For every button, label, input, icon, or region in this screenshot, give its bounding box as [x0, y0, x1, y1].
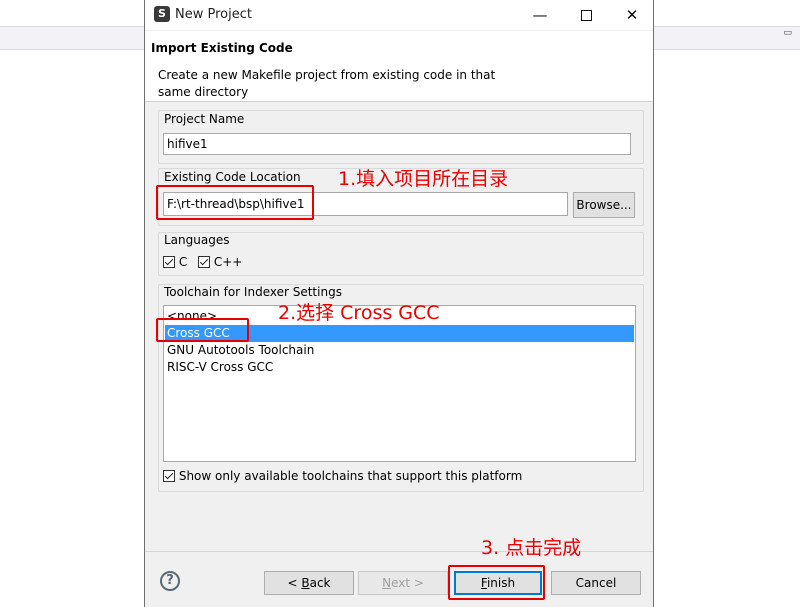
wizard-banner: Import Existing Code Create a new Makefi…: [145, 31, 653, 102]
maximize-icon: [580, 10, 592, 21]
browse-button[interactable]: Browse...: [573, 192, 635, 218]
filter-toolchains-checkbox[interactable]: Show only available toolchains that supp…: [163, 469, 522, 483]
code-location-label: Existing Code Location: [164, 170, 301, 184]
close-button[interactable]: ✕: [609, 0, 655, 30]
title-bar: S New Project — ✕: [145, 0, 653, 30]
c-checkbox-box[interactable]: [163, 256, 175, 268]
minimize-button[interactable]: —: [517, 0, 563, 30]
project-name-input[interactable]: [163, 133, 631, 155]
annotation-box-toolchain: [156, 318, 249, 342]
annotation-box-finish: [448, 565, 545, 600]
cpp-checkbox[interactable]: C++: [198, 255, 242, 269]
page-description: Create a new Makefile project from exist…: [158, 68, 496, 99]
filter-checkbox-box[interactable]: [163, 470, 175, 482]
page-title: Import Existing Code: [151, 41, 293, 55]
toolchain-item-riscv-cross-gcc[interactable]: RISC-V Cross GCC: [165, 359, 634, 376]
app-icon: S: [154, 6, 170, 22]
maximize-button[interactable]: [563, 0, 609, 30]
annotation-step2: 2.选择 Cross GCC: [278, 302, 440, 324]
cpp-checkbox-label: C++: [213, 255, 243, 269]
background-restore-icon: ▭: [783, 28, 792, 38]
back-mnemonic: B: [301, 576, 310, 590]
cpp-checkbox-box[interactable]: [198, 256, 210, 268]
help-icon[interactable]: ?: [160, 571, 180, 591]
cancel-button[interactable]: Cancel: [551, 571, 641, 595]
project-name-label: Project Name: [164, 112, 245, 126]
filter-checkbox-label: Show only available toolchains that supp…: [178, 469, 523, 483]
next-button[interactable]: Next >: [358, 571, 448, 595]
annotation-step3: 3. 点击完成: [481, 537, 582, 559]
annotation-step1: 1.填入项目所在目录: [338, 168, 509, 190]
annotation-box-location: [156, 185, 314, 220]
c-checkbox[interactable]: C: [163, 255, 187, 269]
next-mnemonic: N: [382, 576, 392, 590]
c-checkbox-label: C: [178, 255, 188, 269]
languages-label: Languages: [164, 233, 230, 247]
toolchain-item-gnu-autotools[interactable]: GNU Autotools Toolchain: [165, 342, 634, 359]
window-title: New Project: [175, 7, 252, 22]
back-prefix: <: [287, 576, 302, 590]
toolchain-label: Toolchain for Indexer Settings: [164, 285, 342, 299]
close-icon: ✕: [625, 6, 639, 24]
back-rest: ack: [309, 576, 331, 590]
languages-group: [158, 232, 644, 276]
next-rest: ext >: [391, 576, 424, 590]
back-button[interactable]: < Back: [264, 571, 354, 595]
